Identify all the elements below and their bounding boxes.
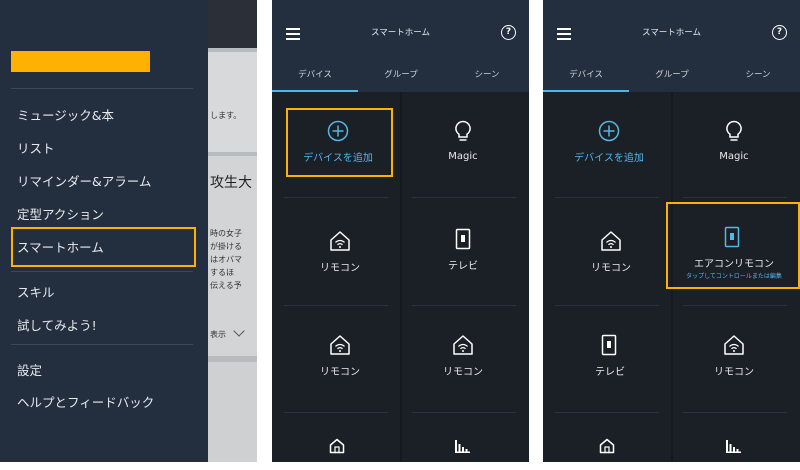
grid-divider	[284, 412, 388, 413]
grid-divider	[555, 305, 659, 306]
home-icon	[329, 438, 345, 454]
home-wifi-icon	[724, 335, 744, 355]
add-circle-icon[interactable]	[598, 120, 620, 142]
device-label-remote[interactable]: リモコン	[551, 259, 671, 274]
background-card	[208, 52, 257, 152]
device-label-magic[interactable]: Magic	[403, 151, 523, 162]
divider	[11, 344, 193, 345]
lightbulb-icon	[455, 120, 471, 141]
divider	[11, 88, 193, 89]
home-wifi-icon	[453, 335, 473, 355]
tab-scenes[interactable]: シーン	[444, 68, 529, 80]
device-label-remote[interactable]: リモコン	[280, 259, 400, 274]
bar-chart-icon	[726, 440, 741, 453]
grid-divider	[284, 305, 388, 306]
device-label-remote[interactable]: リモコン	[403, 363, 523, 378]
background-header	[208, 0, 257, 48]
divider	[11, 271, 193, 272]
page-title: スマートホーム	[371, 28, 430, 38]
smart-home-screen: スマートホーム ? デバイス グループ シーン デバイスを追加 Magic リモ…	[272, 0, 529, 462]
help-icon[interactable]: ?	[772, 25, 787, 40]
add-device-label[interactable]: デバイスを追加	[549, 149, 669, 164]
background-text: はオバマ	[210, 255, 242, 264]
active-tab-indicator	[543, 90, 629, 92]
home-icon	[599, 438, 615, 454]
menu-item-reminders-alarms[interactable]: リマインダー&アラーム	[17, 171, 151, 190]
menu-item-routines[interactable]: 定型アクション	[17, 204, 104, 223]
grid-divider	[555, 197, 659, 198]
side-drawer: ミュージック&本 リスト リマインダー&アラーム 定型アクション スマートホーム…	[0, 0, 208, 462]
add-device-highlight	[286, 108, 393, 177]
background-text: するほ	[210, 268, 234, 277]
page-title: スマートホーム	[642, 28, 701, 38]
account-name-bar	[11, 51, 150, 72]
menu-item-music-books[interactable]: ミュージック&本	[17, 105, 114, 124]
menu-item-things-to-try[interactable]: 試してみよう!	[17, 315, 97, 334]
tab-groups[interactable]: グループ	[629, 68, 715, 80]
grid-divider	[412, 305, 516, 306]
tab-scenes[interactable]: シーン	[715, 68, 800, 80]
grid-divider	[683, 412, 787, 413]
tab-groups[interactable]: グループ	[358, 68, 444, 80]
smart-home-highlight	[11, 227, 196, 267]
remote-device-icon	[601, 334, 617, 356]
lightbulb-icon	[726, 120, 742, 141]
device-label-tv[interactable]: テレビ	[403, 257, 523, 272]
device-label-remote[interactable]: リモコン	[674, 363, 794, 378]
grid-divider	[412, 197, 516, 198]
menu-item-settings[interactable]: 設定	[17, 360, 42, 379]
grid-divider	[400, 92, 402, 462]
home-wifi-icon	[601, 231, 621, 251]
background-text: 伝える予	[210, 281, 242, 290]
home-wifi-icon	[330, 231, 350, 251]
grid-divider	[555, 412, 659, 413]
active-tab-indicator	[272, 90, 358, 92]
device-label-remote[interactable]: リモコン	[280, 363, 400, 378]
remote-device-icon	[455, 228, 471, 250]
background-show-link: 表示	[210, 330, 226, 339]
grid-divider	[412, 412, 516, 413]
background-text: 時の女子	[210, 229, 242, 238]
background-text: します。	[210, 111, 242, 120]
grid-divider	[683, 305, 787, 306]
smart-home-screen-added: スマートホーム ? デバイス グループ シーン デバイスを追加 Magic リモ…	[543, 0, 800, 462]
grid-divider	[284, 197, 388, 198]
menu-item-lists[interactable]: リスト	[17, 138, 55, 157]
tab-devices[interactable]: デバイス	[272, 68, 358, 80]
home-wifi-icon	[330, 335, 350, 355]
background-card	[208, 362, 257, 462]
menu-item-help-feedback[interactable]: ヘルプとフィードバック	[17, 392, 154, 411]
background-heading: 攻生大	[210, 175, 252, 191]
device-label-magic[interactable]: Magic	[674, 151, 794, 162]
new-device-highlight	[666, 202, 800, 289]
background-text: が掛ける	[210, 242, 242, 251]
menu-item-skills[interactable]: スキル	[17, 282, 55, 301]
help-icon[interactable]: ?	[501, 25, 516, 40]
grid-divider	[683, 197, 787, 198]
bar-chart-icon	[455, 440, 470, 453]
device-label-tv[interactable]: テレビ	[550, 363, 670, 378]
menu-panel: します。 攻生大 時の女子 が掛ける はオバマ するほ 伝える予 表示 ミュージ…	[0, 0, 257, 462]
tab-devices[interactable]: デバイス	[543, 68, 629, 80]
